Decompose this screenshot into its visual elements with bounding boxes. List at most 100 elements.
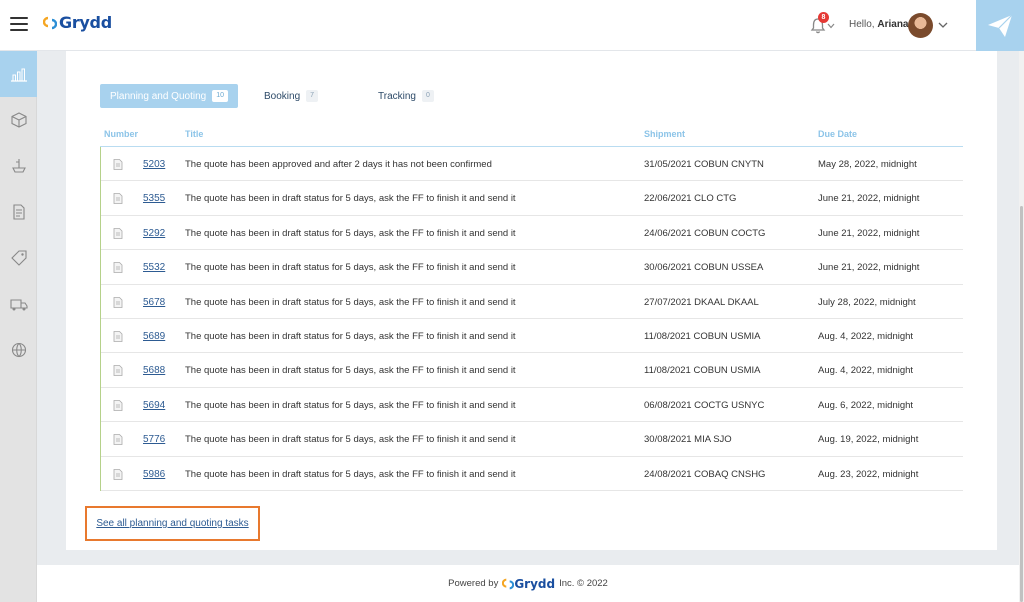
footer: Powered by Grydd Inc. © 2022 (37, 565, 1019, 602)
globe-icon (11, 342, 26, 358)
sidebar-item-shipping[interactable] (0, 143, 37, 189)
task-due-date: June 21, 2022, midnight (818, 227, 920, 239)
logo[interactable]: Grydd (43, 13, 112, 32)
table-row: 5688 The quote has been in draft status … (101, 353, 963, 388)
task-number-link[interactable]: 5776 (143, 434, 165, 445)
task-due-date: May 28, 2022, midnight (818, 159, 917, 170)
task-shipment: 24/06/2021 COBUN COCTG (644, 227, 766, 239)
task-due-date: June 21, 2022, midnight (818, 193, 920, 205)
see-all-highlight: See all planning and quoting tasks (85, 506, 260, 541)
column-header-due-date[interactable]: Due Date (818, 129, 857, 139)
document-icon (113, 193, 123, 205)
task-title: The quote has been in draft status for 5… (185, 468, 516, 480)
task-shipment: 06/08/2021 COCTG USNYC (644, 399, 765, 411)
footer-suffix: Inc. © 2022 (559, 578, 608, 589)
logo-icon (43, 16, 57, 29)
user-name: Ariana (877, 19, 909, 30)
task-title: The quote has been in draft status for 5… (185, 331, 516, 342)
task-number-link[interactable]: 5292 (143, 228, 165, 239)
task-shipment: 30/06/2021 COBUN USSEA (644, 262, 764, 274)
task-due-date: Aug. 6, 2022, midnight (818, 399, 914, 411)
task-shipment: 11/08/2021 COBUN USMIA (644, 365, 761, 377)
logo-icon (502, 578, 515, 589)
document-icon (113, 159, 123, 170)
greeting-prefix: Hello, (849, 19, 878, 30)
task-due-date: Aug. 23, 2022, midnight (818, 468, 919, 480)
task-title: The quote has been in draft status for 5… (185, 262, 516, 274)
task-title: The quote has been in draft status for 5… (185, 399, 516, 411)
scrollbar-thumb[interactable] (1020, 206, 1023, 602)
column-header-title[interactable]: Title (185, 129, 203, 139)
task-shipment: 30/08/2021 MIA SJO (644, 434, 732, 446)
column-header-number[interactable]: Number (104, 129, 138, 139)
task-number-link[interactable]: 5986 (143, 469, 165, 480)
task-shipment: 27/07/2021 DKAAL DKAAL (644, 296, 759, 308)
sidebar-item-pricing[interactable] (0, 235, 37, 281)
task-number-link[interactable]: 5203 (143, 159, 165, 170)
task-number-link[interactable]: 5678 (143, 297, 165, 308)
menu-icon[interactable] (10, 17, 28, 33)
task-title: The quote has been in draft status for 5… (185, 365, 516, 377)
task-number-link[interactable]: 5688 (143, 365, 165, 376)
table-row: 5678 The quote has been in draft status … (101, 285, 963, 319)
table-row: 5986 The quote has been in draft status … (101, 457, 963, 491)
truck-icon (9, 299, 28, 311)
sidebar (0, 51, 37, 602)
tab-label: Planning and Quoting (110, 90, 207, 102)
chart-icon (10, 68, 27, 82)
sidebar-item-transport[interactable] (0, 281, 37, 327)
table-row: 5203 The quote has been approved and aft… (101, 147, 963, 182)
scrollbar[interactable] (1019, 51, 1024, 602)
task-number-link[interactable]: 5355 (143, 193, 165, 204)
task-due-date: Aug. 4, 2022, midnight (818, 365, 914, 377)
task-shipment: 24/08/2021 COBAQ CNSHG (644, 468, 766, 480)
tab-planning-quoting[interactable]: Planning and Quoting 10 (100, 84, 238, 108)
user-greeting: Hello, Ariana (849, 19, 908, 30)
task-due-date: June 21, 2022, midnight (818, 262, 920, 274)
task-number-link[interactable]: 5689 (143, 331, 165, 342)
footer-logo: Grydd (502, 577, 555, 591)
tab-label: Tracking (378, 90, 416, 102)
task-title: The quote has been in draft status for 5… (185, 296, 516, 308)
sidebar-item-dashboard[interactable] (0, 51, 37, 97)
footer-brand: Grydd (514, 576, 556, 591)
table-row: 5694 The quote has been in draft status … (101, 388, 963, 423)
tab-label: Booking (264, 90, 301, 102)
task-shipment: 11/08/2021 COBUN USMIA (644, 331, 761, 342)
table-row: 5532 The quote has been in draft status … (101, 250, 963, 285)
document-icon (113, 227, 123, 239)
task-title: The quote has been in draft status for 5… (185, 434, 516, 446)
tag-icon (10, 250, 27, 266)
task-number-link[interactable]: 5532 (143, 262, 165, 273)
chevron-down-icon (827, 23, 835, 29)
task-title: The quote has been in draft status for 5… (185, 227, 516, 239)
document-icon (113, 262, 123, 274)
tab-tracking[interactable]: Tracking 0 (378, 84, 434, 108)
user-menu-chevron-icon[interactable] (937, 19, 949, 31)
document-icon (113, 399, 123, 411)
task-shipment: 22/06/2021 CLO CTG (644, 193, 737, 205)
document-icon (12, 204, 25, 220)
task-due-date: Aug. 19, 2022, midnight (818, 434, 919, 446)
see-all-tasks-link[interactable]: See all planning and quoting tasks (96, 518, 248, 529)
tab-count-badge: 7 (306, 90, 319, 102)
box-icon (10, 112, 27, 128)
tab-booking[interactable]: Booking 7 (264, 84, 319, 108)
send-button[interactable] (976, 0, 1024, 51)
column-header-shipment[interactable]: Shipment (644, 129, 685, 139)
logo-text: Grydd (59, 13, 112, 32)
task-number-link[interactable]: 5694 (143, 400, 165, 411)
document-icon (113, 468, 123, 480)
task-due-date: July 28, 2022, midnight (818, 296, 916, 308)
table-row: 5776 The quote has been in draft status … (101, 422, 963, 457)
document-icon (113, 331, 123, 342)
sidebar-item-inventory[interactable] (0, 97, 37, 143)
footer-prefix: Powered by (448, 578, 499, 589)
table-row: 5689 The quote has been in draft status … (101, 319, 963, 354)
task-title: The quote has been in draft status for 5… (185, 193, 516, 205)
notifications-button[interactable]: 8 (808, 12, 836, 36)
avatar[interactable] (908, 13, 933, 38)
task-due-date: Aug. 4, 2022, midnight (818, 331, 914, 342)
sidebar-item-documents[interactable] (0, 189, 37, 235)
sidebar-item-global[interactable] (0, 327, 37, 373)
